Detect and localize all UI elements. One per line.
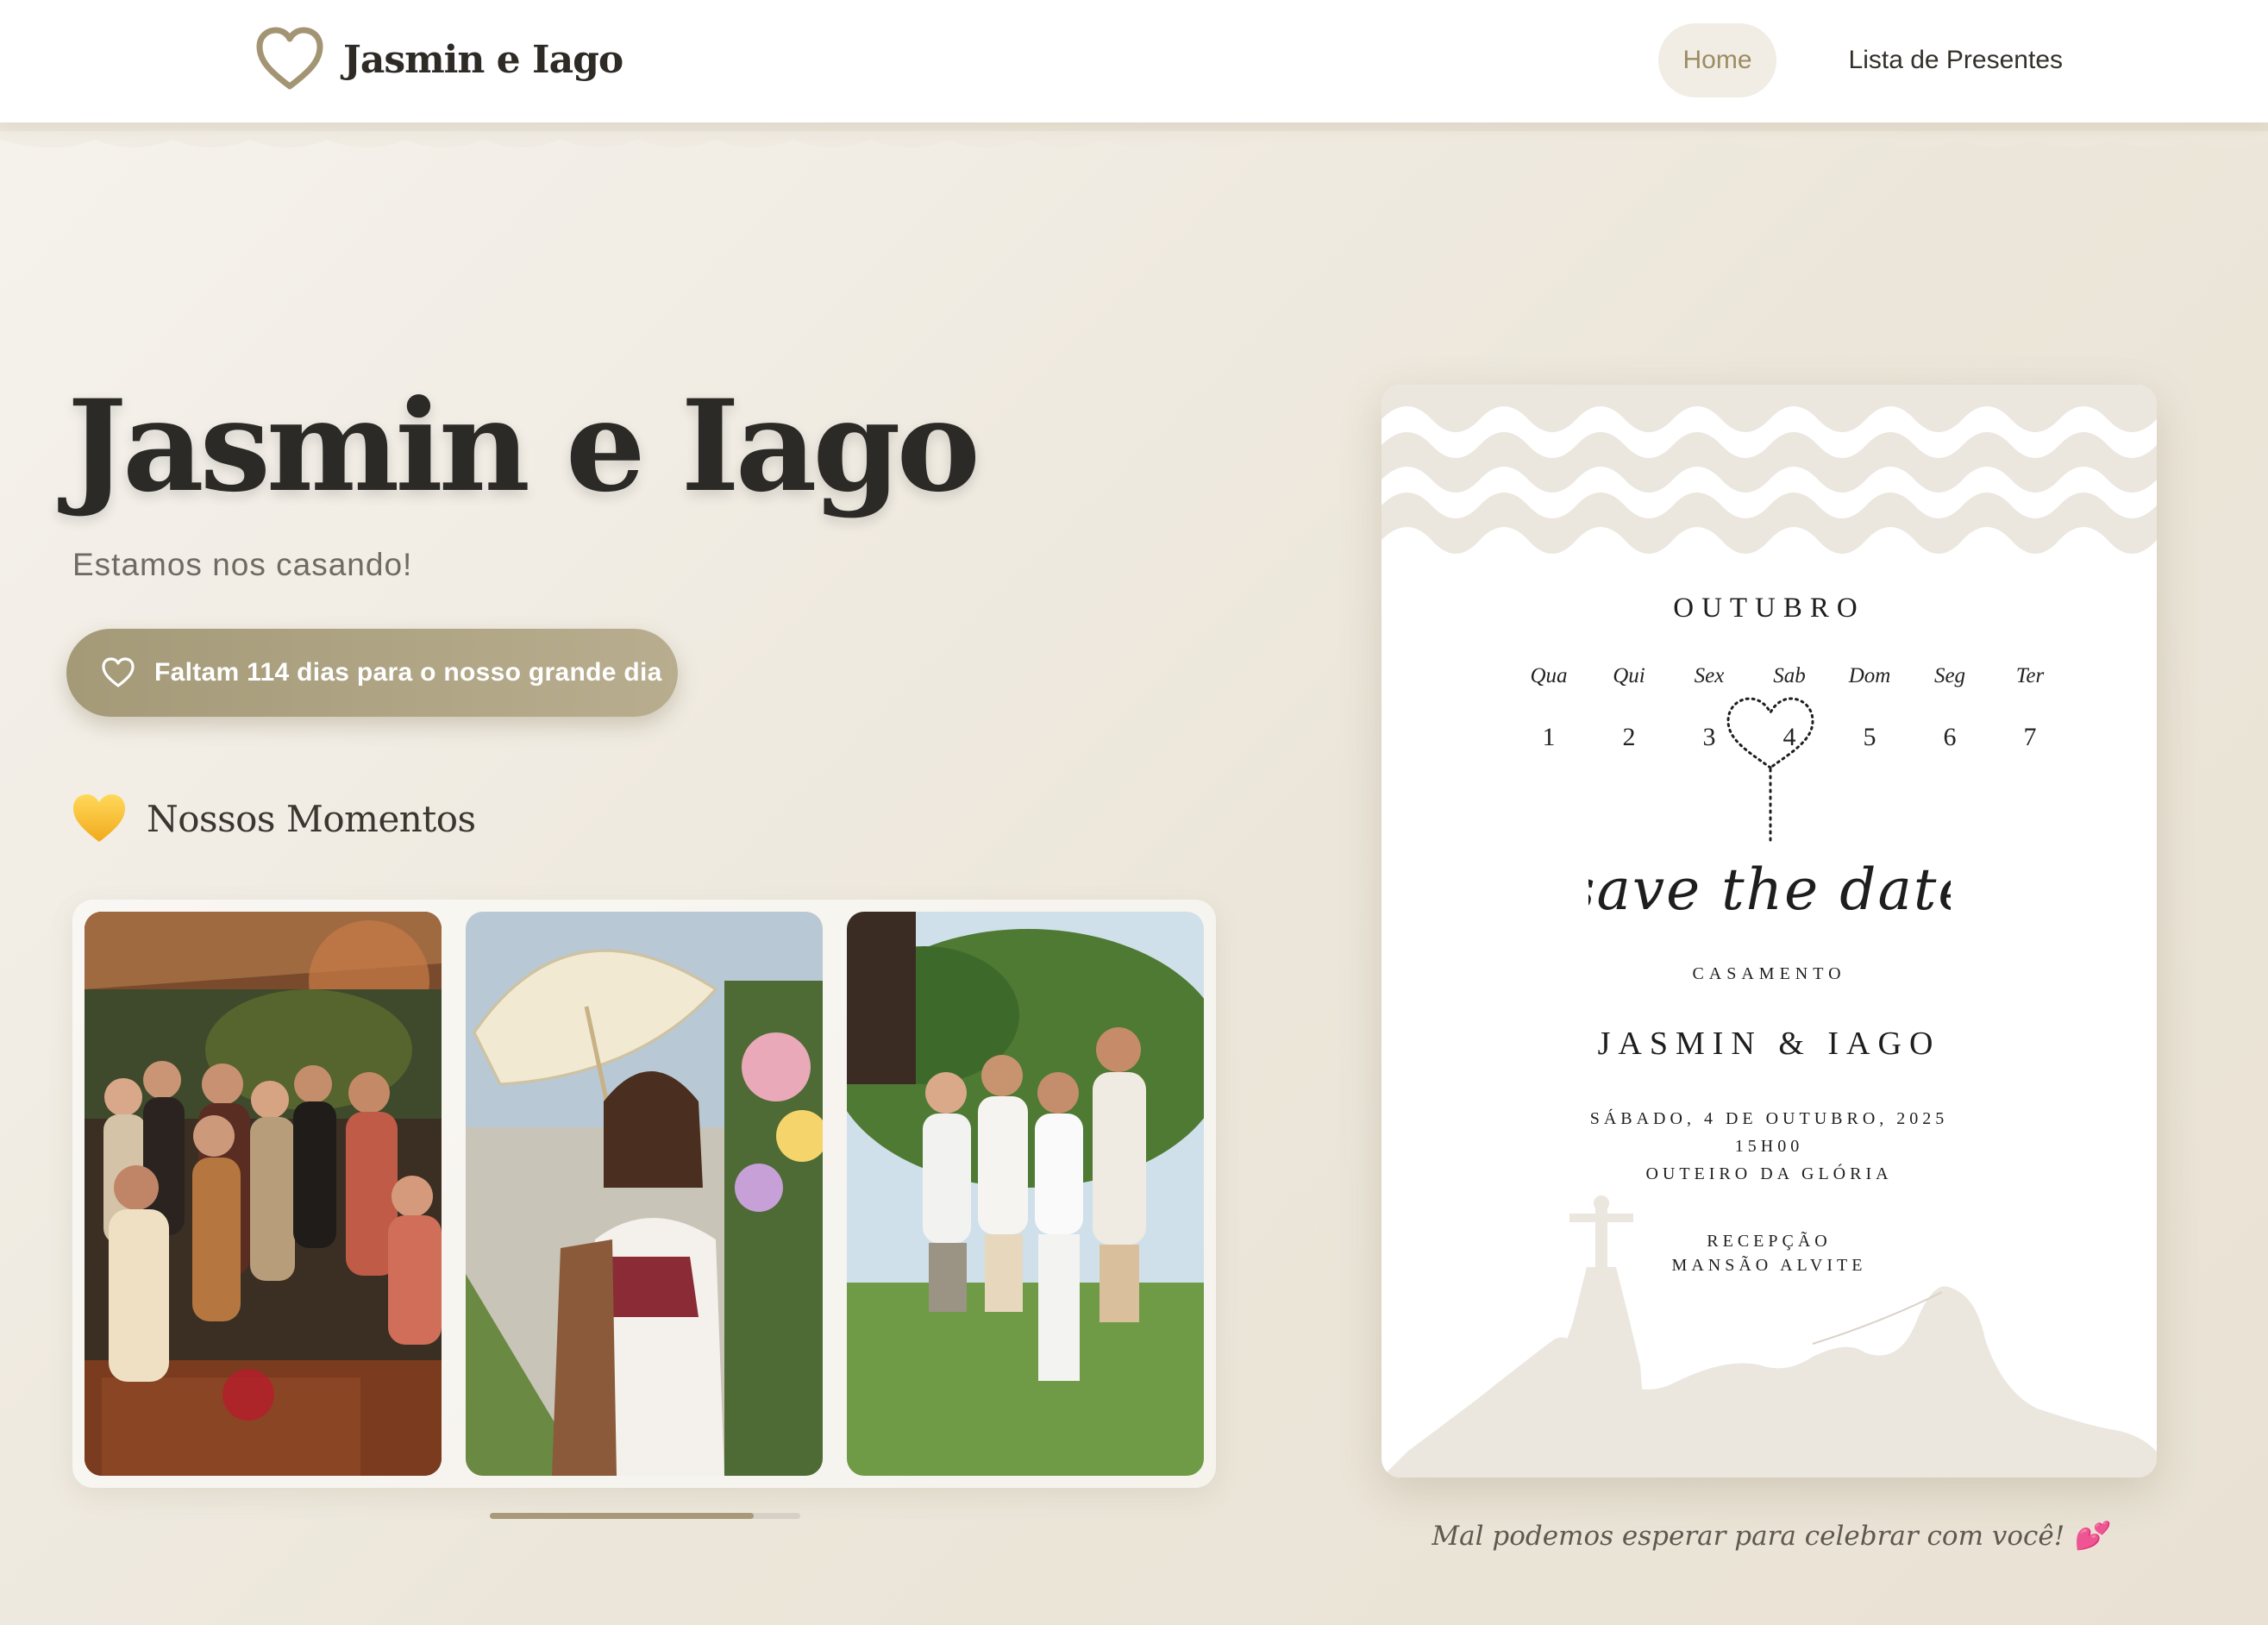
calendar-day: 5: [1863, 723, 1876, 751]
save-the-date-script: save the date: [1588, 856, 1951, 923]
copacabana-wave-pattern: [1381, 385, 2157, 554]
heart-outline-icon: [256, 27, 323, 90]
nav-home[interactable]: Home: [1658, 23, 1776, 97]
weekday-label: Seg: [1933, 664, 1966, 687]
heart-outline-icon: [102, 657, 135, 687]
group-photo-icon: [85, 912, 442, 1476]
calendar-month: OUTUBRO: [1673, 593, 1865, 624]
gallery-photo-2[interactable]: [466, 912, 823, 1476]
calendar-day: 7: [2023, 723, 2037, 751]
weekday-label: Dom: [1848, 664, 1891, 687]
hero-subtitle: Estamos nos casando!: [72, 547, 413, 582]
weekday-label: Sab: [1773, 664, 1806, 687]
weekday-label: Qui: [1613, 664, 1645, 687]
ceremony-place: OUTEIRO DA GLÓRIA: [1645, 1164, 1893, 1183]
countdown-badge: Faltam 114 dias para o nosso grande dia: [66, 629, 678, 717]
hero-title: Jasmin e Iago: [67, 373, 981, 520]
nav-gift-list[interactable]: Lista de Presentes: [1825, 23, 2087, 97]
weekday-label: Ter: [2015, 664, 2045, 687]
weekday-label: Sex: [1694, 664, 1725, 687]
calendar-day: 6: [1943, 723, 1957, 751]
four-men-garden-photo-icon: [847, 912, 1204, 1476]
event-time: 15H00: [1734, 1137, 1804, 1156]
yellow-heart-icon: [73, 794, 125, 842]
woman-with-parasol-photo-icon: [466, 912, 823, 1476]
save-the-date-text: save the date: [1588, 856, 1951, 923]
top-navigation-bar: Jasmin e Iago Home Lista de Presentes: [0, 0, 2268, 122]
closing-message: Mal podemos esperar para celebrar com vo…: [1432, 1521, 2107, 1552]
moments-title: Nossos Momentos: [147, 797, 476, 840]
save-the-date-card: OUTUBRO Qua Qui Sex Sab Dom Seg Ter 1 2 …: [1381, 385, 2157, 1478]
couple-names: JASMIN & IAGO: [1597, 1026, 1941, 1062]
brand-name: Jasmin e Iago: [343, 37, 623, 82]
main-nav: Home Lista de Presentes: [1658, 23, 2087, 97]
decorative-scallop-band: [0, 122, 2268, 147]
weekday-label: Qua: [1530, 664, 1568, 687]
event-date: SÁBADO, 4 DE OUTUBRO, 2025: [1589, 1109, 1949, 1128]
gallery-photo-1[interactable]: [85, 912, 442, 1476]
moments-heading: Nossos Momentos: [71, 792, 476, 845]
calendar-day: 2: [1622, 723, 1636, 751]
gallery-photo-3[interactable]: [847, 912, 1204, 1476]
countdown-text: Faltam 114 dias para o nosso grande dia: [154, 658, 662, 687]
dotted-heart-icon: [1726, 697, 1814, 847]
calendar-day: 1: [1542, 723, 1556, 751]
brand-link[interactable]: Jasmin e Iago: [255, 26, 623, 93]
photo-carousel[interactable]: [72, 900, 1216, 1488]
event-type: CASAMENTO: [1692, 964, 1846, 983]
carousel-scrollbar-thumb[interactable]: [490, 1513, 754, 1519]
rio-skyline-silhouette: [1381, 1195, 2157, 1478]
carousel-scrollbar[interactable]: [490, 1513, 800, 1519]
